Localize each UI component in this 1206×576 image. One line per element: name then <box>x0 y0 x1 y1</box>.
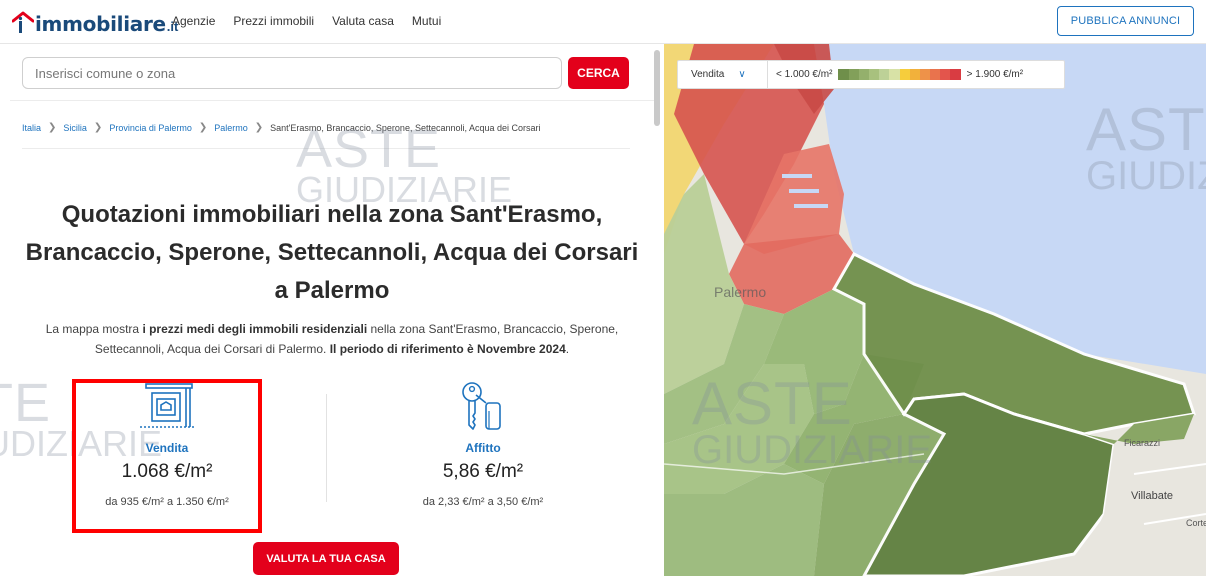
chevron-right-icon: ❯ <box>48 122 57 133</box>
legend-min-label: < 1.000 €/m² <box>776 69 833 80</box>
breadcrumb: Italia ❯ Sicilia ❯ Provincia di Palermo … <box>22 122 541 133</box>
rent-range: da 2,33 €/m² a 3,50 €/m² <box>422 496 544 508</box>
legend-swatch <box>919 69 931 80</box>
sale-label: Vendita <box>145 441 189 455</box>
logo-text: immobiliare <box>35 12 166 36</box>
left-panel: Inserisci comune o zona CERCA Italia ❯ S… <box>0 44 664 576</box>
legend-max-label: > 1.900 €/m² <box>966 69 1024 80</box>
legend-swatch <box>909 69 920 80</box>
nav-prezzi-immobili[interactable]: Prezzi immobili <box>233 14 314 28</box>
chevron-down-icon: ∨ <box>738 69 746 80</box>
logo-house-icon <box>11 11 35 35</box>
map-legend: Vendita ∨ < 1.000 €/m² > 1.900 €/m² <box>677 60 1065 89</box>
chevron-right-icon: ❯ <box>198 122 208 133</box>
legend-swatch <box>889 69 900 80</box>
valuate-home-button[interactable]: VALUTA LA TUA CASA <box>253 542 399 575</box>
rent-price: 5,86 €/m² <box>442 461 524 482</box>
top-navigation-bar: immobiliare .it Agenzie Prezzi immobili … <box>0 0 1206 44</box>
house-sale-sign-icon <box>138 383 198 435</box>
rent-label: Affitto <box>465 441 501 455</box>
divider <box>10 100 654 101</box>
keys-icon <box>456 381 510 433</box>
legend-swatch <box>950 69 961 80</box>
legend-swatch <box>879 69 890 80</box>
contract-type-value: Vendita <box>691 69 725 80</box>
legend-swatch <box>858 69 869 80</box>
nav-agenzie[interactable]: Agenzie <box>172 14 215 28</box>
map-label-cortelli: Cortell <box>1186 518 1206 528</box>
page-title: Quotazioni immobiliari nella zona Sant'E… <box>25 201 639 304</box>
search-input[interactable]: Inserisci comune o zona <box>22 57 562 89</box>
price-map[interactable]: ASTE GIUDIZIARIE ASTE GIUDIZIARIE Palerm… <box>664 44 1206 576</box>
legend-swatch <box>868 69 880 80</box>
map-label-palermo: Palermo <box>714 284 767 300</box>
page-description: La mappa mostra i prezzi medi degli immo… <box>45 322 619 356</box>
legend-color-scale <box>838 69 961 80</box>
breadcrumb-italia[interactable]: Italia <box>22 123 41 133</box>
breadcrumb-palermo[interactable]: Palermo <box>214 123 248 133</box>
sale-range: da 935 €/m² a 1.350 €/m² <box>105 496 229 508</box>
legend-swatch <box>930 69 941 80</box>
legend-swatch <box>848 69 859 80</box>
sale-price-card: Vendita 1.068 €/m² da 935 €/m² a 1.350 €… <box>72 379 262 533</box>
legend-swatch <box>940 69 951 80</box>
scrollbar-thumb[interactable] <box>654 50 660 126</box>
chevron-right-icon: ❯ <box>254 122 264 133</box>
legend-swatch <box>838 69 849 80</box>
nav-mutui[interactable]: Mutui <box>412 14 441 28</box>
divider <box>326 394 327 502</box>
main-nav: Agenzie Prezzi immobili Valuta casa Mutu… <box>172 14 441 28</box>
publish-ads-button[interactable]: PUBBLICA ANNUNCI <box>1057 6 1194 36</box>
map-label-ficarazzi: Ficarazzi <box>1124 438 1161 448</box>
contract-type-select[interactable]: Vendita ∨ <box>678 61 768 88</box>
chevron-right-icon: ❯ <box>93 122 103 133</box>
breadcrumb-current: Sant'Erasmo, Brancaccio, Sperone, Settec… <box>270 122 541 133</box>
search-button[interactable]: CERCA <box>568 57 629 89</box>
rent-price-card: Affitto 5,86 €/m² da 2,33 €/m² a 3,50 €/… <box>388 379 578 533</box>
breadcrumb-sicilia[interactable]: Sicilia <box>63 123 87 133</box>
map-label-villabate: Villabate <box>1131 490 1173 502</box>
nav-valuta-casa[interactable]: Valuta casa <box>332 14 394 28</box>
immobiliare-logo[interactable]: immobiliare .it <box>11 5 178 36</box>
breadcrumb-provincia[interactable]: Provincia di Palermo <box>109 123 192 133</box>
divider <box>22 148 630 149</box>
sale-price: 1.068 €/m² <box>121 461 213 482</box>
legend-swatch <box>899 69 910 80</box>
